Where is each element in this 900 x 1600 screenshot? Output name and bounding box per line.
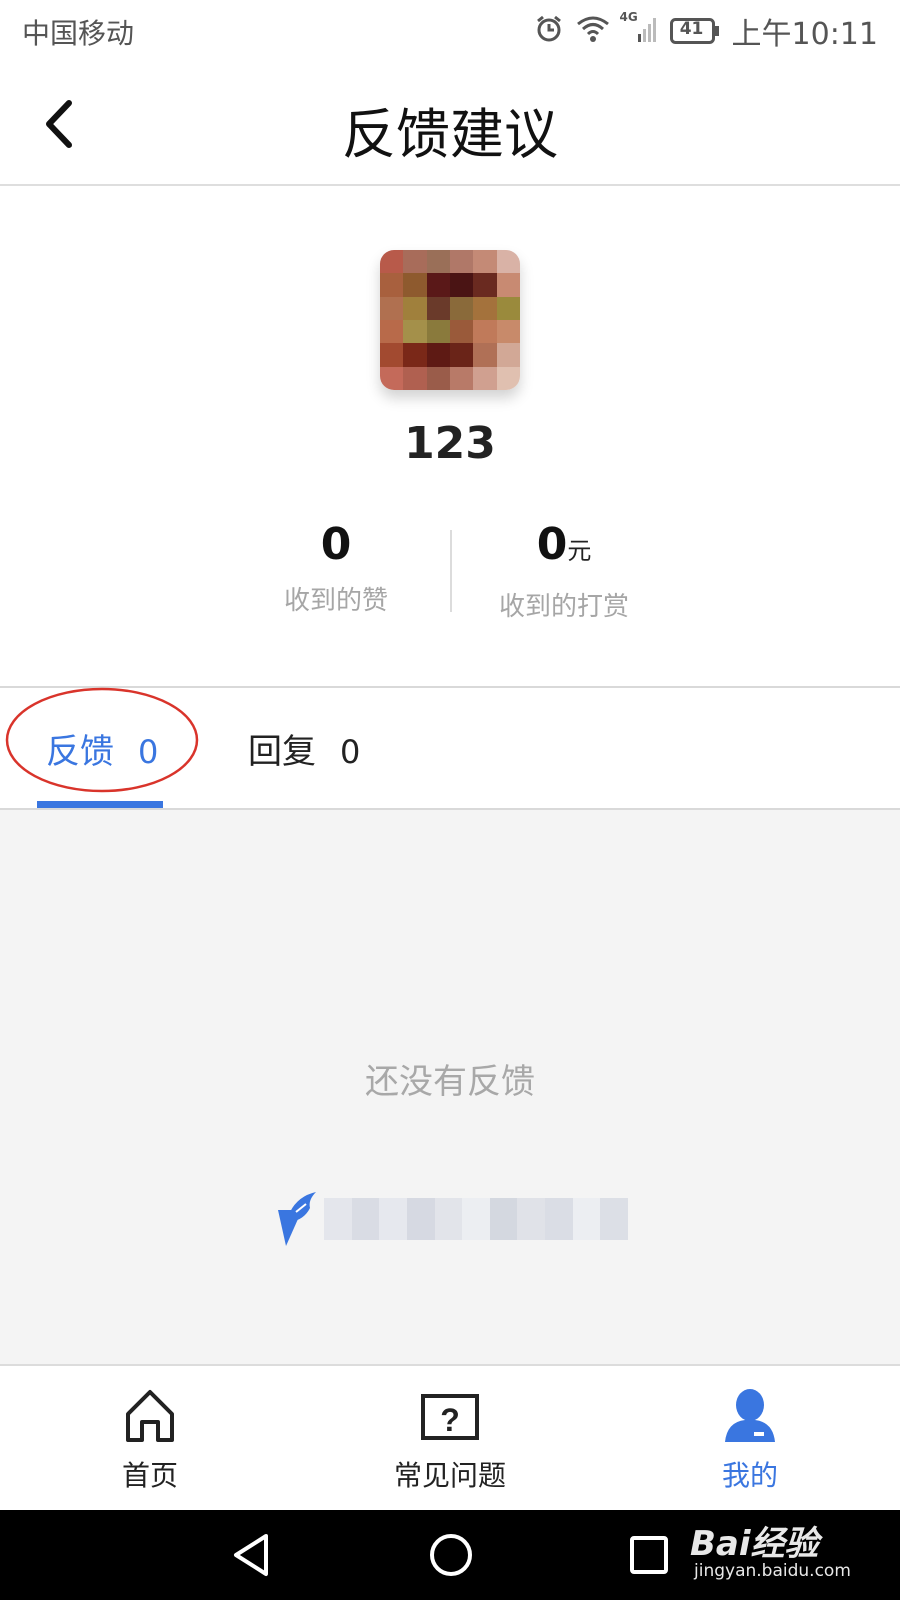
circle-home-icon [430, 1534, 472, 1576]
empty-state-text: 还没有反馈 [365, 1062, 535, 1102]
nav-home[interactable]: 首页 [50, 1384, 250, 1494]
watermark-brand: Bai经验 [690, 1524, 819, 1564]
tab-replies[interactable]: 回复 0 [248, 724, 360, 773]
header: 反馈建议 [0, 62, 900, 186]
system-back-button[interactable] [228, 1530, 278, 1580]
active-tab-indicator [37, 801, 163, 808]
watermark-url: jingyan.baidu.com [694, 1561, 851, 1581]
rewards-amount: 0元 [444, 518, 684, 578]
nav-faq[interactable]: ? 常见问题 [350, 1384, 550, 1494]
nav-mine[interactable]: 我的 [650, 1384, 850, 1494]
nav-faq-label: 常见问题 [393, 1459, 506, 1492]
battery-icon: 41 [669, 18, 720, 44]
nav-faq-icon-wrap: ? [350, 1384, 550, 1444]
svg-text:?: ? [440, 1402, 460, 1438]
likes-count: 0 [320, 519, 352, 570]
stat-rewards: 0元 收到的打赏 [444, 518, 684, 623]
alarm-icon [534, 14, 564, 48]
blurred-brand-text [324, 1198, 629, 1240]
username: 123 [404, 418, 496, 469]
tab-feedback[interactable]: 反馈 0 [46, 724, 158, 773]
carrier-name: 中国移动 [22, 17, 135, 50]
brand-logo-icon [278, 1192, 316, 1246]
tab-replies-label: 回复 [248, 732, 316, 772]
page-title: 反馈建议 [342, 103, 558, 166]
clock: 上午10:11 [731, 17, 878, 52]
avatar[interactable] [380, 250, 520, 390]
system-home-button[interactable] [426, 1530, 476, 1580]
tab-feedback-label: 反馈 [46, 732, 114, 772]
network-type: 4G [619, 10, 638, 24]
wifi-icon [576, 14, 610, 48]
rewards-label: 收到的打赏 [498, 592, 629, 622]
battery-level: 41 [679, 19, 704, 39]
nav-mine-icon-wrap [650, 1384, 850, 1444]
likes-label: 收到的赞 [283, 586, 388, 616]
rewards-unit: 元 [567, 537, 592, 565]
tab-replies-count: 0 [340, 733, 361, 771]
question-icon: ? [421, 1394, 479, 1440]
user-icon [725, 1389, 775, 1442]
status-bar: 中国移动 4G 41 上午10:11 [0, 0, 900, 62]
rewards-value: 0 [536, 519, 568, 570]
square-recents-icon [630, 1536, 668, 1574]
nav-mine-label: 我的 [721, 1459, 778, 1492]
nav-home-label: 首页 [121, 1459, 178, 1492]
triangle-back-icon [234, 1534, 268, 1576]
stat-likes: 0 收到的赞 [216, 518, 456, 617]
watermark: Bai经验 jingyan.baidu.com [690, 1516, 851, 1581]
feedback-list-area: 还没有反馈 [0, 810, 900, 1364]
home-icon [126, 1390, 174, 1442]
nav-home-icon-wrap [50, 1384, 250, 1444]
bottom-navigation: 首页 ? 常见问题 我的 [0, 1364, 900, 1510]
status-icons: 4G 41 上午10:11 [534, 8, 878, 54]
signal-icon: 4G [620, 10, 658, 48]
system-recents-button[interactable] [624, 1530, 674, 1580]
system-navigation-bar: Bai经验 jingyan.baidu.com [0, 1510, 900, 1600]
tab-bar: 反馈 0 回复 0 [0, 686, 900, 810]
tab-feedback-count: 0 [138, 733, 159, 771]
